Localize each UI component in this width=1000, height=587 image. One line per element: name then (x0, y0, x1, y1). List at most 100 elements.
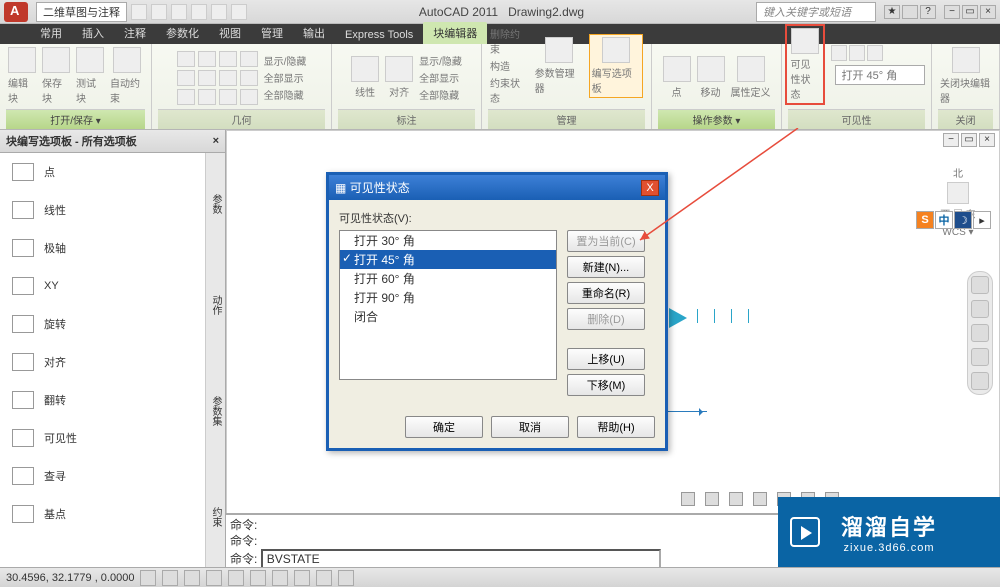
point-param-button[interactable]: 点 (663, 56, 691, 99)
param-basepoint[interactable]: 基点 (0, 495, 205, 533)
ime-lang-icon[interactable]: 中 (935, 211, 953, 229)
tab-parameters[interactable]: 参数 (206, 186, 225, 222)
param-polar[interactable]: 极轴 (0, 229, 205, 267)
move-down-button[interactable]: 下移(M) (567, 374, 645, 396)
nav-wheel-icon[interactable] (971, 276, 989, 294)
param-flip[interactable]: 翻转 (0, 381, 205, 419)
panel-title-open-save[interactable]: 打开/保存 ▾ (6, 109, 145, 129)
cmd-input[interactable]: BVSTATE (261, 549, 661, 569)
delete-button[interactable]: 删除(D) (567, 308, 645, 330)
tab-express[interactable]: Express Tools (335, 26, 423, 44)
geo-constraint-icon[interactable] (198, 70, 216, 86)
snap-toggle[interactable] (140, 570, 156, 586)
move-action-button[interactable]: 移动 (697, 56, 725, 99)
param-align[interactable]: 对齐 (0, 343, 205, 381)
test-block-button[interactable]: 测试块 (76, 47, 104, 105)
ime-moon-icon[interactable]: ☽ (954, 211, 972, 229)
geo-constraint-icon[interactable] (177, 51, 195, 67)
construction-button[interactable]: 构造 (490, 58, 529, 73)
aligned-dim-button[interactable]: 对齐 (385, 56, 413, 99)
geo-constraint-icon[interactable] (177, 70, 195, 86)
new-button[interactable]: 新建(N)... (567, 256, 645, 278)
geo-constraint-icon[interactable] (240, 51, 258, 67)
geo-constraint-icon[interactable] (240, 89, 258, 105)
show-all-button[interactable]: 全部显示 (264, 70, 307, 85)
geo-constraint-icon[interactable] (219, 70, 237, 86)
polar-toggle[interactable] (206, 570, 222, 586)
qat-undo-icon[interactable] (191, 4, 207, 20)
nav-pan-icon[interactable] (971, 300, 989, 318)
ime-menu-icon[interactable]: ▸ (973, 211, 991, 229)
tab-view[interactable]: 视图 (209, 22, 251, 44)
close-button[interactable]: × (980, 5, 996, 19)
doc-close-button[interactable]: × (979, 133, 995, 147)
panel-title-action-params[interactable]: 操作参数 ▾ (658, 109, 775, 129)
visibility-states-button[interactable]: 可见性状态 (785, 24, 825, 105)
param-point[interactable]: 点 (0, 153, 205, 191)
palette-close-icon[interactable]: × (213, 135, 219, 147)
geo-constraint-icon[interactable] (219, 89, 237, 105)
tab-manage[interactable]: 管理 (251, 22, 293, 44)
ortho-toggle[interactable] (184, 570, 200, 586)
help-icon[interactable]: ? (920, 5, 936, 19)
tab-block-editor[interactable]: 块编辑器 (423, 22, 487, 44)
visibility-states-list[interactable]: 打开 30° 角 打开 45° 角 打开 60° 角 打开 90° 角 闭合 (339, 230, 557, 380)
set-current-button[interactable]: 置为当前(C) (567, 230, 645, 252)
vis-icon[interactable] (831, 45, 847, 61)
dim-show-hide[interactable]: 显示/隐藏 (419, 53, 462, 68)
geo-constraint-icon[interactable] (177, 89, 195, 105)
grid-toggle[interactable] (162, 570, 178, 586)
signin-icon[interactable] (902, 5, 918, 19)
edit-block-button[interactable]: 编辑块 (8, 47, 36, 105)
authoring-palette-button[interactable]: 编写选项板 (589, 34, 643, 98)
list-item[interactable]: 闭合 (340, 307, 556, 326)
vis-icon[interactable] (867, 45, 883, 61)
qat-open-icon[interactable] (151, 4, 167, 20)
view-cube-icon[interactable] (947, 182, 969, 204)
dialog-close-button[interactable]: X (641, 180, 659, 196)
cancel-button[interactable]: 取消 (491, 416, 569, 438)
lwt-toggle[interactable] (316, 570, 332, 586)
be-icon[interactable] (705, 492, 719, 506)
linear-dim-button[interactable]: 线性 (351, 56, 379, 99)
be-icon[interactable] (753, 492, 767, 506)
app-logo[interactable] (4, 2, 28, 22)
param-visibility[interactable]: 可见性 (0, 419, 205, 457)
dialog-titlebar[interactable]: ▦ 可见性状态 X (329, 175, 665, 200)
tab-paramsets[interactable]: 参数集 (206, 388, 225, 434)
ime-s-icon[interactable]: S (916, 211, 934, 229)
list-item[interactable]: 打开 30° 角 (340, 231, 556, 250)
palette-title[interactable]: 块编写选项板 - 所有选项板× (0, 130, 225, 153)
param-lookup[interactable]: 查寻 (0, 457, 205, 495)
qat-print-icon[interactable] (231, 4, 247, 20)
move-up-button[interactable]: 上移(U) (567, 348, 645, 370)
tab-home[interactable]: 常用 (30, 22, 72, 44)
minimize-button[interactable]: − (944, 5, 960, 19)
vis-icon[interactable] (849, 45, 865, 61)
qat-redo-icon[interactable] (211, 4, 227, 20)
delete-constraint-button[interactable]: 删除约束 (490, 26, 529, 56)
maximize-button[interactable]: ▭ (962, 5, 978, 19)
ok-button[interactable]: 确定 (405, 416, 483, 438)
list-item[interactable]: 打开 90° 角 (340, 288, 556, 307)
qat-save-icon[interactable] (171, 4, 187, 20)
tab-parametric[interactable]: 参数化 (156, 22, 209, 44)
hide-all-button[interactable]: 全部隐藏 (264, 87, 307, 102)
list-item[interactable]: 打开 45° 角 (340, 250, 556, 269)
qat-new-icon[interactable] (131, 4, 147, 20)
geo-constraint-icon[interactable] (219, 51, 237, 67)
param-manager-button[interactable]: 参数管理器 (535, 37, 583, 95)
flip-grip-icon[interactable] (669, 308, 687, 328)
show-hide-button[interactable]: 显示/隐藏 (264, 53, 307, 68)
geo-constraint-icon[interactable] (240, 70, 258, 86)
close-block-editor-button[interactable]: 关闭块编辑器 (940, 47, 991, 105)
otrack-toggle[interactable] (250, 570, 266, 586)
tab-insert[interactable]: 插入 (72, 22, 114, 44)
tab-constraints[interactable]: 约束 (206, 499, 225, 535)
doc-minimize-button[interactable]: − (943, 133, 959, 147)
param-rotate[interactable]: 旋转 (0, 305, 205, 343)
workspace-dropdown[interactable]: 二维草图与注释 (36, 2, 127, 22)
list-item[interactable]: 打开 60° 角 (340, 269, 556, 288)
constraint-status-button[interactable]: 约束状态 (490, 75, 529, 105)
ducs-toggle[interactable] (272, 570, 288, 586)
